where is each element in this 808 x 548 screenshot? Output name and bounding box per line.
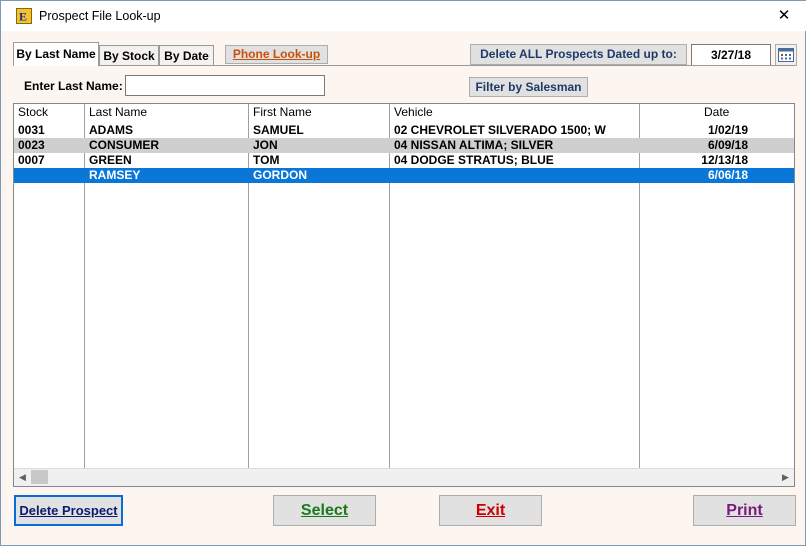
filter-by-salesman-button[interactable]: Filter by Salesman bbox=[469, 77, 588, 97]
table-cell-vehicle: 02 CHEVROLET SILVERADO 1500; W bbox=[394, 123, 606, 137]
column-header-date[interactable]: Date bbox=[704, 105, 729, 119]
table-cell-first: TOM bbox=[253, 153, 280, 167]
last-name-label: Enter Last Name: bbox=[24, 79, 123, 93]
tab-panel-border bbox=[13, 65, 795, 66]
column-header-stock[interactable]: Stock bbox=[18, 105, 48, 119]
exit-button[interactable]: Exit bbox=[439, 495, 542, 526]
calendar-icon bbox=[778, 48, 794, 62]
table-cell-date: 12/13/18 bbox=[701, 153, 748, 167]
close-icon[interactable]: ✕ bbox=[761, 1, 807, 31]
table-row[interactable]: 0031 ADAMS SAMUEL 02 CHEVROLET SILVERADO 15… bbox=[14, 123, 794, 138]
table-row[interactable]: RAMSEY GORDON 6/06/18 bbox=[14, 168, 794, 183]
table-cell-first: SAMUEL bbox=[253, 123, 304, 137]
title-bar: E Prospect File Look-up ✕ bbox=[1, 1, 807, 31]
delete-prospect-button[interactable]: Delete Prospect bbox=[14, 495, 123, 526]
print-button[interactable]: Print bbox=[693, 495, 796, 526]
table-cell-last: ADAMS bbox=[89, 123, 133, 137]
table-cell-stock: 0031 bbox=[18, 123, 45, 137]
delete-all-prospects-button[interactable]: Delete ALL Prospects Dated up to: bbox=[470, 44, 687, 65]
column-header-vehicle[interactable]: Vehicle bbox=[394, 105, 433, 119]
window-title: Prospect File Look-up bbox=[39, 9, 161, 23]
calendar-button[interactable] bbox=[775, 44, 797, 66]
tab-by-stock[interactable]: By Stock bbox=[99, 45, 159, 66]
column-header-first-name[interactable]: First Name bbox=[253, 105, 312, 119]
delete-date-field[interactable]: 3/27/18 bbox=[691, 44, 771, 66]
table-cell-vehicle: 04 NISSAN ALTIMA; SILVER bbox=[394, 138, 554, 152]
last-name-input[interactable] bbox=[125, 75, 325, 96]
tab-by-last-name[interactable]: By Last Name bbox=[13, 42, 99, 66]
tab-by-date[interactable]: By Date bbox=[159, 45, 214, 66]
prospect-table: Stock Last Name First Name Vehicle Date … bbox=[13, 103, 795, 487]
table-cell-first: JON bbox=[253, 138, 278, 152]
table-cell-first: GORDON bbox=[253, 168, 307, 182]
svg-text:E: E bbox=[19, 10, 27, 24]
prospect-lookup-window: E Prospect File Look-up ✕ By Last Name B… bbox=[0, 0, 807, 546]
table-cell-last: CONSUMER bbox=[89, 138, 160, 152]
table-cell-last: RAMSEY bbox=[89, 168, 141, 182]
table-cell-date: 6/09/18 bbox=[707, 138, 748, 152]
table-cell-date: 6/06/18 bbox=[707, 168, 748, 182]
table-row[interactable]: 0023 CONSUMER JON 04 NISSAN ALTIMA; SILVER 6… bbox=[14, 138, 794, 153]
scroll-left-icon[interactable]: ◀ bbox=[14, 469, 31, 486]
select-button[interactable]: Select bbox=[273, 495, 376, 526]
table-cell-stock: 0023 bbox=[18, 138, 45, 152]
table-cell-stock: 0007 bbox=[18, 153, 45, 167]
table-cell-date: 1/02/19 bbox=[707, 123, 748, 137]
column-header-last-name[interactable]: Last Name bbox=[89, 105, 147, 119]
scrollbar-thumb[interactable] bbox=[31, 470, 48, 484]
table-cell-vehicle: 04 DODGE STRATUS; BLUE bbox=[394, 153, 554, 167]
table-row[interactable]: 0007 GREEN TOM 04 DODGE STRATUS; BLUE 12/13/… bbox=[14, 153, 794, 168]
table-cell-last: GREEN bbox=[89, 153, 132, 167]
prospect-app-icon: E bbox=[16, 8, 32, 24]
phone-lookup-button[interactable]: Phone Look-up bbox=[225, 45, 328, 64]
scroll-right-icon[interactable]: ▶ bbox=[777, 469, 794, 486]
horizontal-scrollbar[interactable]: ◀ ▶ bbox=[14, 468, 794, 486]
